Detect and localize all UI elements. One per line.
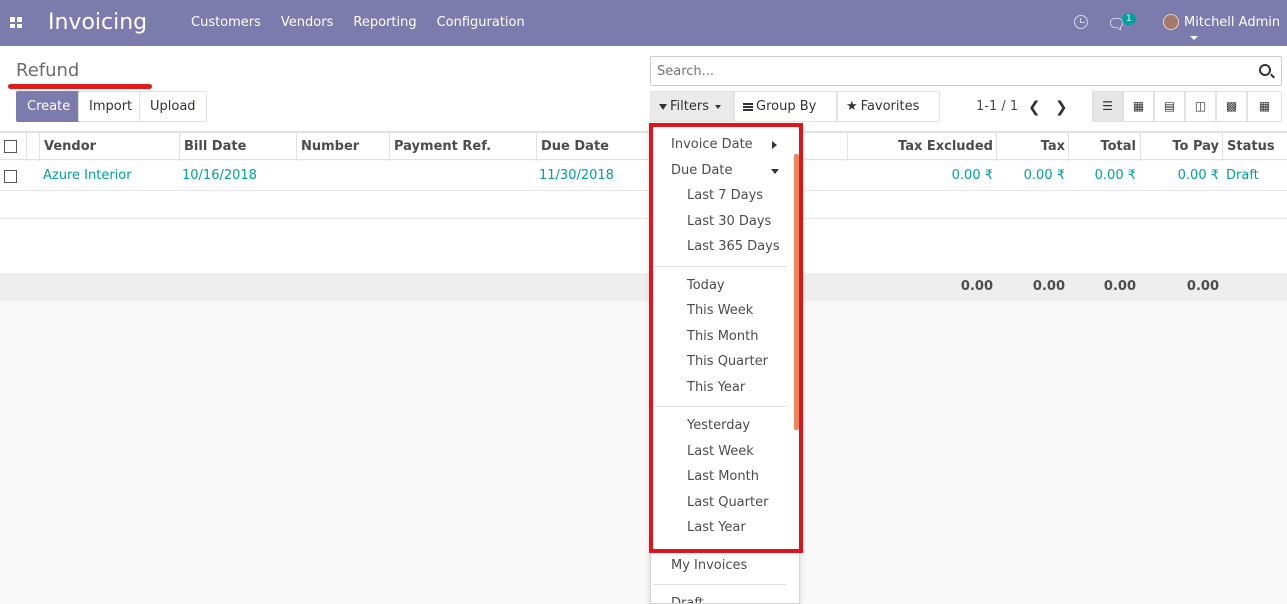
menu-item-configuration[interactable]: Configuration [427, 15, 535, 30]
calendar-view-icon[interactable]: ▤ [1154, 91, 1185, 122]
menu-item-vendors[interactable]: Vendors [271, 15, 343, 30]
graph-view-icon[interactable]: ▩ [1216, 91, 1247, 122]
menu-item-customers[interactable]: Customers [181, 15, 271, 30]
cell-total[interactable]: 0.00 ₹ [1068, 161, 1140, 189]
empty-row [0, 191, 1287, 219]
upload-button[interactable]: Upload [139, 91, 207, 122]
filters-label: Filters [670, 99, 709, 114]
pager-previous-icon[interactable]: ❮ [1028, 98, 1041, 116]
table-header: Vendor Bill Date Number Payment Ref. Due… [0, 132, 1287, 161]
highlight-underline [8, 84, 152, 89]
main-menu: Customers Vendors Reporting Configuratio… [181, 15, 535, 30]
pager-next-icon[interactable]: ❯ [1055, 98, 1068, 116]
column-due-date[interactable]: Due Date [536, 133, 649, 161]
cell-due-date[interactable]: 11/30/2018 [535, 161, 648, 189]
cell-vendor[interactable]: Azure Interior [39, 161, 179, 189]
activity-clock-icon[interactable] [1074, 15, 1088, 29]
cell-tax[interactable]: 0.00 ₹ [996, 161, 1069, 189]
column-bill-date[interactable]: Bill Date [179, 133, 297, 161]
filter-my-invoices[interactable]: My Invoices [671, 558, 747, 573]
caret-down-icon [1190, 35, 1198, 40]
messages-count-badge: 1 [1122, 13, 1136, 25]
totals-row: 0.00 0.00 0.00 0.00 [0, 273, 1287, 301]
search-bar [650, 56, 1282, 86]
create-button[interactable]: Create [16, 91, 82, 122]
groupby-label: Group By [756, 99, 817, 114]
highlight-box [649, 123, 803, 553]
total-tax: 0.00 [1032, 279, 1065, 294]
top-navbar: Invoicing Customers Vendors Reporting Co… [0, 0, 1287, 46]
caret-down-icon [714, 104, 721, 109]
import-button[interactable]: Import [78, 91, 144, 122]
empty-row [0, 246, 1287, 274]
user-name: Mitchell Admin [1184, 15, 1281, 30]
select-all-checkbox[interactable] [4, 140, 17, 153]
column-total[interactable]: Total [1068, 133, 1140, 161]
empty-row [0, 219, 1287, 247]
favorites-button[interactable]: ★ Favorites [837, 91, 940, 139]
search-input[interactable] [657, 64, 1247, 79]
cell-status[interactable]: Draft [1222, 161, 1287, 189]
filters-button[interactable]: Filters [650, 91, 734, 122]
column-status[interactable]: Status [1222, 133, 1287, 161]
star-icon: ★ [846, 99, 858, 114]
breadcrumb: Refund [16, 60, 80, 81]
total-tax-excluded: 0.00 [960, 279, 993, 294]
user-menu[interactable]: Mitchell Admin [1184, 15, 1287, 45]
divider [653, 584, 787, 585]
row-checkbox[interactable] [4, 170, 17, 183]
pivot-view-icon[interactable]: ◫ [1185, 91, 1216, 122]
grid-view-icon[interactable]: ▦ [1247, 91, 1282, 122]
column-payment-ref[interactable]: Payment Ref. [389, 133, 537, 161]
favorites-label: Favorites [860, 99, 920, 114]
cell-to-pay[interactable]: 0.00 ₹ [1140, 161, 1223, 189]
menu-item-reporting[interactable]: Reporting [343, 15, 426, 30]
total-to-pay: 0.00 [1186, 279, 1219, 294]
control-panel: Refund Create Import Upload Filters Grou… [0, 46, 1287, 139]
column-to-pay[interactable]: To Pay [1140, 133, 1223, 161]
app-title[interactable]: Invoicing [48, 10, 147, 35]
table-row[interactable]: Azure Interior 10/16/2018 11/30/2018 0.0… [0, 161, 1287, 191]
cell-tax-excluded[interactable]: 0.00 ₹ [847, 161, 997, 189]
groupby-button[interactable]: Group By [734, 91, 837, 139]
pager-value[interactable]: 1-1 / 1 [976, 99, 1018, 114]
column-vendor[interactable]: Vendor [39, 133, 180, 161]
column-tax-excluded[interactable]: Tax Excluded [847, 133, 997, 161]
apps-menu-icon[interactable] [10, 17, 22, 28]
filter-icon [659, 103, 667, 110]
filter-draft[interactable]: Draft [671, 596, 704, 603]
list-bars-icon [743, 102, 753, 111]
column-tax[interactable]: Tax [996, 133, 1069, 161]
search-icon[interactable] [1259, 64, 1271, 76]
user-avatar[interactable] [1163, 14, 1179, 30]
column-number[interactable]: Number [296, 133, 389, 161]
total-total: 0.00 [1103, 279, 1136, 294]
list-view-icon[interactable]: ☰ [1092, 91, 1123, 122]
cell-bill-date[interactable]: 10/16/2018 [178, 161, 296, 189]
handle-column [26, 133, 39, 161]
kanban-view-icon[interactable]: ▦ [1123, 91, 1154, 122]
